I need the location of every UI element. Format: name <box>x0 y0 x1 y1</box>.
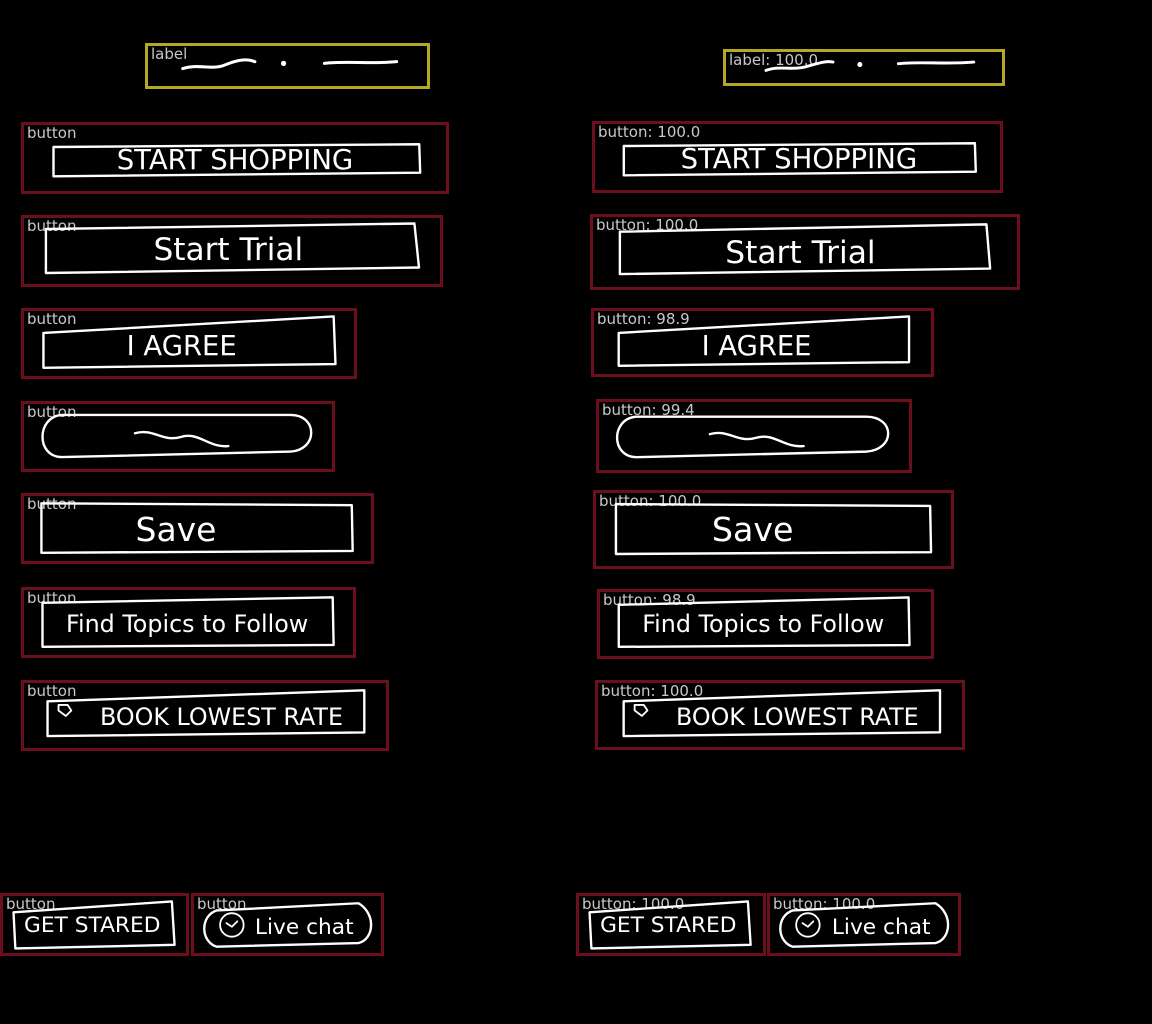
i-agree-button[interactable]: button: 98.9 I AGREE <box>591 308 934 377</box>
button-sketch <box>615 415 890 459</box>
left-detection-panel: label button START SHOPPING button Start… <box>0 0 576 1024</box>
button-label: Live chat <box>832 915 931 940</box>
start-shopping-button[interactable]: button START SHOPPING <box>21 122 449 194</box>
button-sketch: Start Trial <box>44 222 421 275</box>
get-started-button[interactable]: button: 100.0 GET STARED <box>576 893 766 956</box>
button-sketch: GET STARED <box>12 900 176 950</box>
button-sketch: Live chat <box>203 902 373 948</box>
tag-icon <box>633 704 649 717</box>
button-sketch: I AGREE <box>42 315 337 369</box>
button-label: GET STARED <box>24 913 160 938</box>
button-sketch: BOOK LOWEST RATE <box>46 689 366 738</box>
button-label: GET STARED <box>600 913 736 938</box>
button-sketch: Start Trial <box>618 223 992 276</box>
squiggle-label-sketch <box>181 58 399 71</box>
button-sketch: Find Topics to Follow <box>617 596 911 649</box>
button-sketch: Save <box>614 502 933 556</box>
button-sketch: Find Topics to Follow <box>41 596 335 648</box>
button-sketch: START SHOPPING <box>622 142 977 177</box>
button-label: START SHOPPING <box>681 143 918 175</box>
save-button[interactable]: button Save <box>21 493 374 564</box>
button-label: Start Trial <box>725 235 875 271</box>
live-chat-button[interactable]: button: 100.0 Live chat <box>767 893 961 956</box>
label-detection: label: 100.0 <box>723 49 1005 86</box>
button-label: Start Trial <box>153 232 303 268</box>
button-sketch <box>41 413 313 459</box>
button-sketch: BOOK LOWEST RATE <box>622 689 942 738</box>
chat-icon <box>795 912 821 938</box>
squiggle-pill-button[interactable]: button: 99.4 <box>596 399 912 473</box>
find-topics-button[interactable]: button: 98.9 Find Topics to Follow <box>597 589 934 659</box>
button-label: Save <box>712 510 794 549</box>
button-label: BOOK LOWEST RATE <box>676 703 919 731</box>
squiggle-label-sketch <box>764 60 976 72</box>
button-label: Find Topics to Follow <box>642 610 884 638</box>
book-lowest-rate-button[interactable]: button BOOK LOWEST RATE <box>21 680 389 751</box>
label-detection: label <box>145 43 430 89</box>
i-agree-button[interactable]: button I AGREE <box>21 308 357 379</box>
button-label: BOOK LOWEST RATE <box>100 703 343 731</box>
book-lowest-rate-button[interactable]: button: 100.0 BOOK LOWEST RATE <box>595 680 965 750</box>
start-trial-button[interactable]: button Start Trial <box>21 215 443 287</box>
get-started-button[interactable]: button GET STARED <box>0 893 189 956</box>
button-label: Find Topics to Follow <box>66 610 308 638</box>
live-chat-button[interactable]: button Live chat <box>191 893 384 956</box>
button-sketch: I AGREE <box>617 315 911 367</box>
squiggle-pill-button[interactable]: button <box>21 401 335 472</box>
start-trial-button[interactable]: button: 100.0 Start Trial <box>590 214 1020 290</box>
button-sketch: Save <box>40 502 354 554</box>
button-label: Save <box>136 510 217 549</box>
tag-icon <box>57 704 73 717</box>
find-topics-button[interactable]: button Find Topics to Follow <box>21 587 356 658</box>
button-sketch: START SHOPPING <box>52 143 422 178</box>
button-label: Live chat <box>255 915 354 940</box>
chat-icon <box>219 912 245 938</box>
button-label: I AGREE <box>127 331 237 362</box>
button-sketch: Live chat <box>779 902 950 948</box>
button-label: I AGREE <box>702 331 812 362</box>
button-label: START SHOPPING <box>117 144 354 176</box>
start-shopping-button[interactable]: button: 100.0 START SHOPPING <box>592 121 1003 193</box>
right-detection-panel: label: 100.0 button: 100.0 START SHOPPIN… <box>576 0 1152 1024</box>
button-sketch: GET STARED <box>588 900 752 950</box>
save-button[interactable]: button: 100.0 Save <box>593 490 954 569</box>
